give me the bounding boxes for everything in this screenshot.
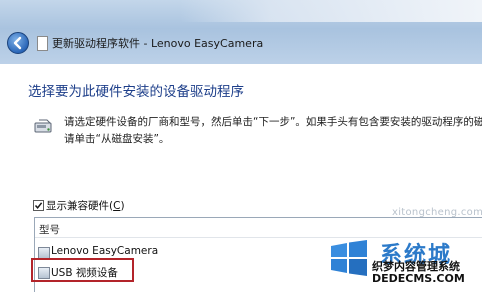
watermark-site: xitongcheng.com bbox=[392, 207, 482, 218]
show-compatible-label-text: 显示兼容硬件( bbox=[46, 200, 114, 212]
checkmark-icon bbox=[34, 202, 43, 209]
show-compatible-label-end: ) bbox=[120, 200, 125, 212]
model-column-header-label: 型号 bbox=[39, 224, 60, 236]
driver-wizard-icon bbox=[37, 36, 48, 51]
list-item-label: Lenovo EasyCamera bbox=[51, 245, 159, 257]
instructions: 请选定硬件设备的厂商和型号，然后单击“下一步”。如果手头有包含要安装的驱动程序的… bbox=[64, 114, 482, 148]
windows-logo-icon bbox=[331, 240, 367, 276]
show-compatible-checkbox[interactable] bbox=[33, 200, 44, 211]
window-title: 更新驱动程序软件 - Lenovo EasyCamera bbox=[52, 37, 264, 50]
show-compatible-label[interactable]: 显示兼容硬件(C) bbox=[46, 198, 125, 213]
model-column-header[interactable]: 型号 bbox=[35, 218, 482, 238]
back-arrow-icon bbox=[13, 36, 22, 50]
titlebar-blur bbox=[180, 0, 482, 22]
instructions-line-1: 请选定硬件设备的厂商和型号，然后单击“下一步”。如果手头有包含要安装的驱动程序的… bbox=[64, 116, 482, 128]
instructions-line-2: 请单击“从磁盘安装”。 bbox=[64, 133, 170, 145]
highlight-box bbox=[31, 258, 134, 282]
watermark-sub-en: DEDECMS.COM bbox=[372, 272, 465, 285]
back-button[interactable] bbox=[7, 32, 29, 54]
page-heading: 选择要为此硬件安装的设备驱动程序 bbox=[28, 84, 244, 100]
hardware-device-icon bbox=[34, 119, 52, 133]
